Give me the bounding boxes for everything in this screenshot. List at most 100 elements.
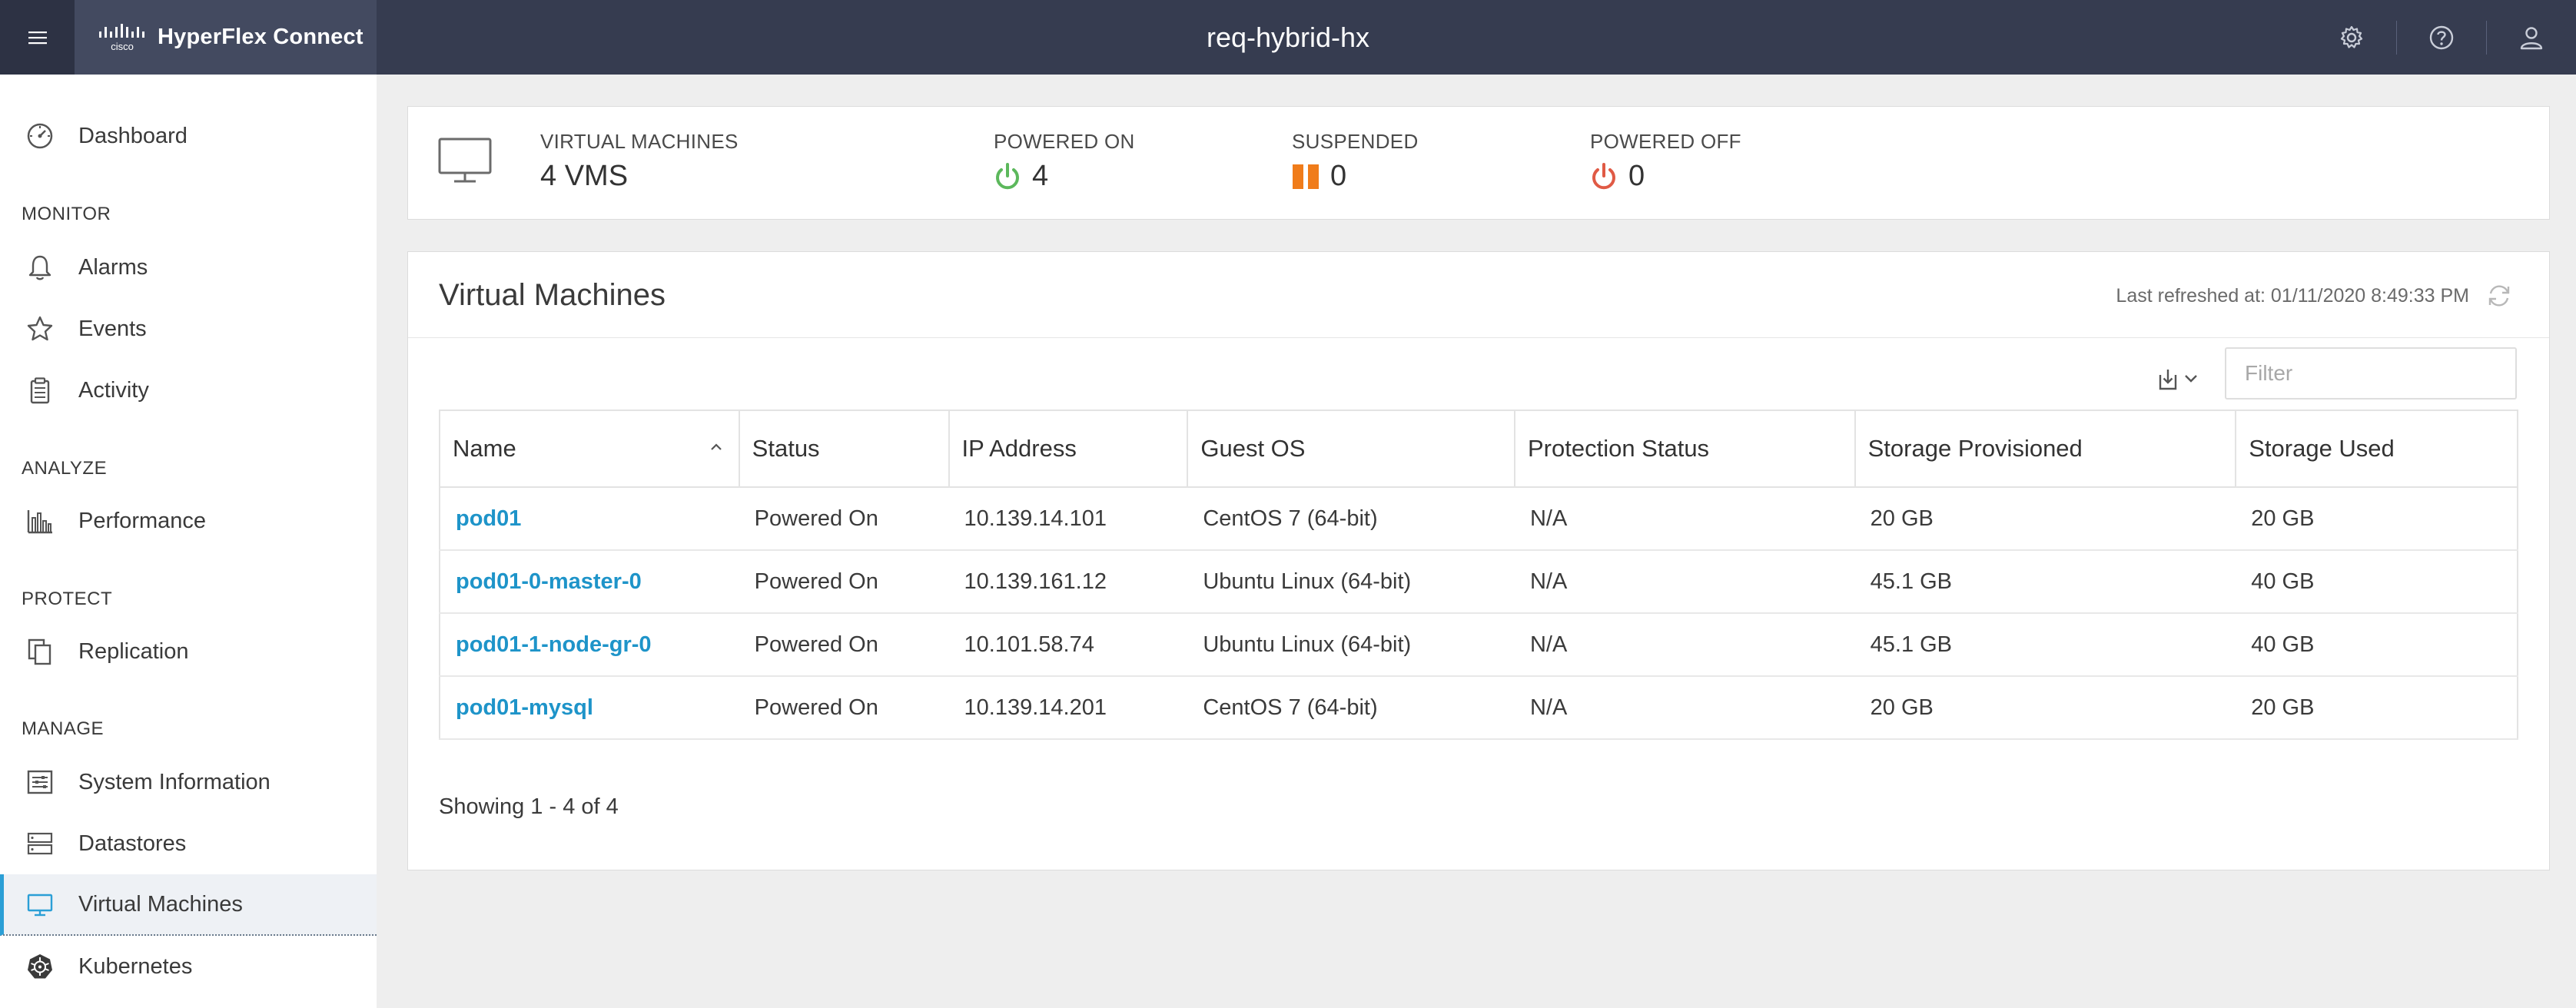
dashboard-icon <box>25 121 55 151</box>
sidebar-item-label: Activity <box>78 377 149 403</box>
sidebar-item-datastores[interactable]: Datastores <box>0 813 377 874</box>
column-ip-address[interactable]: IP Address <box>948 410 1189 488</box>
vm-protection-status: N/A <box>1514 549 1855 614</box>
user-icon <box>2520 26 2543 49</box>
summary-powered-off-label: POWERED OFF <box>1590 130 1741 153</box>
cluster-name: req-hybrid-hx <box>1206 22 1370 53</box>
vm-protection-status: N/A <box>1514 486 1855 551</box>
sidebar-item-virtual-machines[interactable]: Virtual Machines <box>0 874 377 936</box>
export-icon <box>2159 370 2177 390</box>
export-button[interactable] <box>2153 360 2203 398</box>
section-analyze: ANALYZE <box>22 458 108 479</box>
column-storage-provisioned[interactable]: Storage Provisioned <box>1854 410 2237 488</box>
summary-powered-on: POWERED ON 4 <box>994 130 1135 193</box>
vm-guest-os: Ubuntu Linux (64-bit) <box>1187 612 1515 677</box>
vm-name-link[interactable]: pod01-mysql <box>456 695 593 720</box>
vm-storage-used: 40 GB <box>2236 549 2518 614</box>
table-header-row: Name Status IP Address Guest OS Protecti… <box>439 410 2518 488</box>
vm-storage-provisioned: 20 GB <box>1854 486 2236 551</box>
sidebar-item-system-information[interactable]: System Information <box>0 751 377 813</box>
power-on-icon <box>994 162 1021 191</box>
top-bar: cisco HyperFlex Connect req-hybrid-hx <box>0 0 2576 75</box>
sidebar-item-label: Virtual Machines <box>78 891 243 917</box>
summary-total-label: VIRTUAL MACHINES <box>540 130 739 153</box>
top-icons <box>2307 0 2576 75</box>
help-button[interactable] <box>2397 0 2486 75</box>
column-status[interactable]: Status <box>738 410 950 488</box>
panel-title: Virtual Machines <box>439 278 666 312</box>
settings-button[interactable] <box>2307 0 2396 75</box>
summary-powered-off: POWERED OFF 0 <box>1590 130 1741 193</box>
bell-icon <box>25 252 55 283</box>
pause-icon <box>1292 163 1320 191</box>
summary-powered-on-value: 4 <box>1032 160 1049 192</box>
sidebar-item-kubernetes[interactable]: Kubernetes <box>0 936 377 997</box>
sidebar-item-label: Replication <box>78 638 189 664</box>
vm-status: Powered On <box>739 612 949 677</box>
vm-status: Powered On <box>739 675 949 740</box>
brand[interactable]: cisco HyperFlex Connect <box>75 0 377 75</box>
summary-suspended-label: SUSPENDED <box>1292 130 1419 153</box>
summary-total-value: 4 VMS <box>540 160 629 192</box>
filter-input[interactable] <box>2225 347 2517 400</box>
section-monitor: MONITOR <box>22 204 111 224</box>
vm-name-link[interactable]: pod01 <box>456 506 521 531</box>
sidebar-item-alarms[interactable]: Alarms <box>0 237 377 298</box>
sidebar-item-label: Datastores <box>78 831 187 856</box>
vm-ip: 10.139.14.101 <box>948 486 1188 551</box>
sidebar-item-label: Events <box>78 316 147 341</box>
table-row[interactable]: pod01-1-node-gr-0 Powered On 10.101.58.7… <box>439 612 2518 677</box>
sidebar-item-events[interactable]: Events <box>0 298 377 360</box>
vm-name-link[interactable]: pod01-1-node-gr-0 <box>456 632 652 657</box>
vm-ip: 10.139.161.12 <box>948 549 1188 614</box>
kubernetes-icon <box>25 951 55 982</box>
sidebar-item-label: System Information <box>78 769 271 794</box>
monitor-icon <box>437 136 493 189</box>
vm-table: Name Status IP Address Guest OS Protecti… <box>439 410 2518 740</box>
refresh-icon[interactable] <box>2486 283 2512 309</box>
vm-status: Powered On <box>739 549 949 614</box>
vm-status: Powered On <box>739 486 949 551</box>
storage-icon <box>25 828 55 859</box>
menu-button[interactable] <box>0 0 75 75</box>
vm-storage-used: 20 GB <box>2236 486 2518 551</box>
vm-name-link[interactable]: pod01-0-master-0 <box>456 569 642 594</box>
table-row[interactable]: pod01-0-master-0 Powered On 10.139.161.1… <box>439 549 2518 614</box>
sidebar-item-dashboard[interactable]: Dashboard <box>0 105 377 167</box>
vm-protection-status: N/A <box>1514 675 1855 740</box>
sidebar-item-label: Kubernetes <box>78 953 193 979</box>
summary-suspended-value: 0 <box>1330 160 1347 192</box>
sidebar-item-label: Performance <box>78 508 207 533</box>
vm-storage-used: 20 GB <box>2236 675 2518 740</box>
vm-panel: Virtual Machines Last refreshed at: 01/1… <box>407 251 2550 870</box>
sidebar-item-replication[interactable]: Replication <box>0 621 377 682</box>
monitor-icon <box>25 889 55 920</box>
last-refreshed: Last refreshed at: 01/11/2020 8:49:33 PM <box>2116 284 2469 307</box>
sort-ascending-icon <box>710 443 722 450</box>
star-icon <box>25 313 55 344</box>
copy-icon <box>25 636 55 667</box>
vm-guest-os: CentOS 7 (64-bit) <box>1187 675 1515 740</box>
column-protection-status[interactable]: Protection Status <box>1513 410 1856 488</box>
brand-name: HyperFlex Connect <box>158 25 363 49</box>
column-guest-os[interactable]: Guest OS <box>1187 410 1515 488</box>
help-icon <box>2429 25 2454 49</box>
vm-summary-card: VIRTUAL MACHINES 4 VMS POWERED ON 4 SUSP… <box>407 106 2550 220</box>
vm-ip: 10.101.58.74 <box>948 612 1188 677</box>
user-button[interactable] <box>2487 0 2576 75</box>
section-manage: MANAGE <box>22 718 105 739</box>
sidebar-item-label: Alarms <box>78 254 148 280</box>
table-row[interactable]: pod01 Powered On 10.139.14.101 CentOS 7 … <box>439 486 2518 551</box>
summary-total: VIRTUAL MACHINES 4 VMS <box>540 130 739 193</box>
settings-icon <box>2340 25 2363 48</box>
summary-powered-off-value: 0 <box>1628 160 1645 192</box>
summary-suspended: SUSPENDED 0 <box>1292 130 1419 193</box>
column-storage-used[interactable]: Storage Used <box>2235 410 2518 488</box>
table-row[interactable]: pod01-mysql Powered On 10.139.14.201 Cen… <box>439 675 2518 740</box>
vm-storage-provisioned: 20 GB <box>1854 675 2236 740</box>
sidebar-item-activity[interactable]: Activity <box>0 360 377 421</box>
sidebar: Dashboard MONITOR Alarms Events Activity… <box>0 75 377 1008</box>
vm-protection-status: N/A <box>1514 612 1855 677</box>
column-name[interactable]: Name <box>439 410 740 488</box>
sidebar-item-performance[interactable]: Performance <box>0 490 377 552</box>
